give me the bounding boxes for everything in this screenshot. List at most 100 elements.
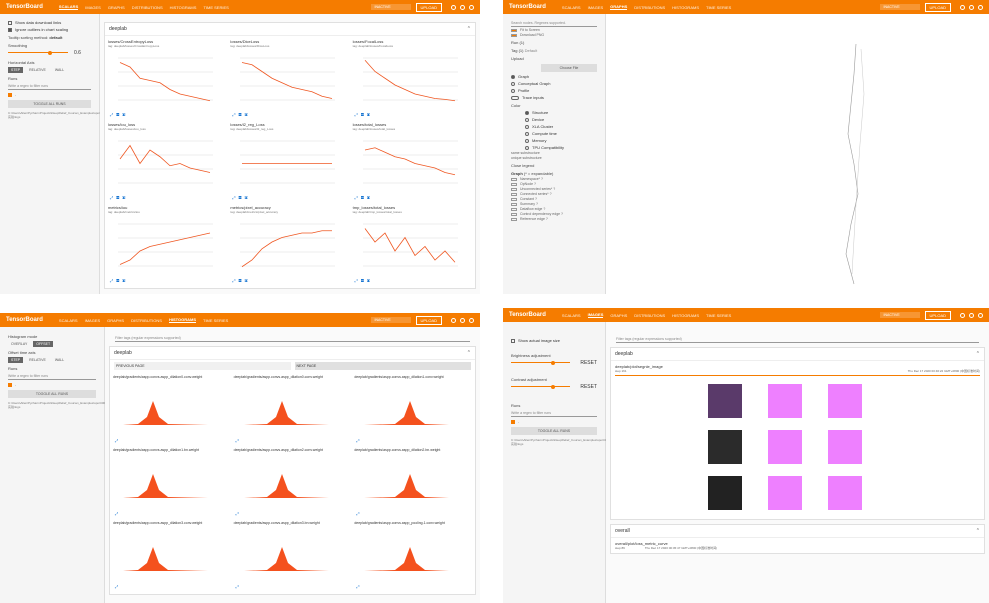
expand-icon[interactable]: ⤢ xyxy=(356,584,362,589)
choose-file-button[interactable]: Choose File xyxy=(541,64,597,72)
tab-distributions[interactable]: DISTRIBUTIONS xyxy=(131,318,162,323)
run-select[interactable]: Run (1) xyxy=(511,40,597,45)
mode-offset-button[interactable]: OFFSET xyxy=(33,341,54,347)
histogram-chart[interactable] xyxy=(354,460,454,505)
upload-button[interactable]: UPLOAD xyxy=(924,2,951,12)
help-icon[interactable] xyxy=(978,4,983,10)
refresh-icon[interactable] xyxy=(960,4,965,10)
close-legend-button[interactable]: Close legend xyxy=(511,163,597,168)
tab-histograms[interactable]: HISTOGRAMS xyxy=(672,5,699,10)
tab-scalars[interactable]: SCALARS xyxy=(562,313,581,318)
chart-tools-icon[interactable]: ⤢▦▣ xyxy=(355,112,373,117)
expand-icon[interactable]: ⤢ xyxy=(115,584,121,589)
color-option[interactable]: Memory xyxy=(525,138,597,143)
expand-icon[interactable]: ⤢ xyxy=(115,511,121,516)
chart-tools-icon[interactable]: ⤢▦▣ xyxy=(110,112,128,117)
offset-step-button[interactable]: STEP xyxy=(8,357,24,363)
segmentation-image[interactable] xyxy=(707,430,742,464)
runs-filter-input[interactable]: Write a regex to filter runs xyxy=(8,373,96,380)
show-actual-size-checkbox[interactable]: Show actual image size xyxy=(511,338,597,343)
help-icon[interactable] xyxy=(469,317,474,323)
gear-icon[interactable] xyxy=(460,317,465,323)
gear-icon[interactable] xyxy=(969,312,974,318)
mode-overlay-button[interactable]: OVERLAY xyxy=(8,341,30,347)
tab-distributions[interactable]: DISTRIBUTIONS xyxy=(132,5,163,10)
smoothing-value[interactable]: 0.6 xyxy=(74,50,81,56)
color-option[interactable]: Device xyxy=(525,117,597,122)
status-select[interactable]: INACTIVE xyxy=(879,4,920,10)
histogram-chart[interactable] xyxy=(354,387,454,432)
previous-page-button[interactable]: PREVIOUS PAGE xyxy=(114,362,291,370)
offset-relative-button[interactable]: RELATIVE xyxy=(26,357,49,363)
search-nodes-input[interactable]: Search nodes. Regexes supported. xyxy=(511,20,597,27)
segmentation-image[interactable] xyxy=(827,430,862,464)
upload-button[interactable]: UPLOAD xyxy=(924,310,951,320)
graph-canvas[interactable] xyxy=(606,14,989,294)
histogram-chart[interactable] xyxy=(113,460,213,505)
tab-images[interactable]: IMAGES xyxy=(587,312,604,318)
segmentation-image[interactable] xyxy=(767,430,802,464)
tab-graphs[interactable]: GRAPHS xyxy=(610,313,627,318)
segmentation-image[interactable] xyxy=(827,476,862,510)
tab-graphs[interactable]: GRAPHS xyxy=(107,318,124,323)
step-slider[interactable] xyxy=(615,375,980,376)
histogram-chart[interactable] xyxy=(113,533,213,578)
help-icon[interactable] xyxy=(978,312,983,318)
overall-title[interactable]: overall xyxy=(615,528,630,534)
download-png-button[interactable]: Download PNG xyxy=(511,33,597,37)
refresh-icon[interactable] xyxy=(451,317,456,323)
tab-time-series[interactable]: TIME SERIES xyxy=(203,318,228,323)
run-checkbox[interactable]: . xyxy=(511,419,597,424)
tab-images[interactable]: IMAGES xyxy=(588,5,604,10)
status-select[interactable]: INACTIVE xyxy=(370,317,411,323)
gear-icon[interactable] xyxy=(460,4,465,10)
collapse-icon[interactable]: ⌃ xyxy=(467,26,471,32)
upload-button[interactable]: UPLOAD xyxy=(415,315,442,325)
offset-wall-button[interactable]: WALL xyxy=(52,357,67,363)
expand-icon[interactable]: ⤢ xyxy=(236,438,242,443)
group-title[interactable]: deeplab xyxy=(114,350,132,356)
contrast-slider[interactable] xyxy=(511,384,571,389)
trace-inputs-toggle[interactable]: Trace inputs xyxy=(511,95,597,100)
chart-tools-icon[interactable]: ⤢▦▣ xyxy=(110,278,128,283)
expand-icon[interactable]: ⤢ xyxy=(236,584,242,589)
scalar-chart[interactable] xyxy=(108,136,218,191)
smoothing-slider[interactable] xyxy=(8,50,68,55)
contrast-reset[interactable]: RESET xyxy=(580,384,597,390)
tag-select[interactable]: Tag (1) Default xyxy=(511,48,597,53)
tab-histograms[interactable]: HISTOGRAMS xyxy=(672,313,699,318)
scalar-chart[interactable] xyxy=(108,219,218,274)
expand-icon[interactable]: ⤢ xyxy=(356,511,362,516)
runs-filter-input[interactable]: Write a regex to filter runs xyxy=(8,83,91,90)
haxis-step-button[interactable]: STEP xyxy=(8,67,24,73)
brightness-reset[interactable]: RESET xyxy=(580,360,597,366)
chart-tools-icon[interactable]: ⤢▦▣ xyxy=(232,278,250,283)
scalar-chart[interactable] xyxy=(353,53,463,108)
tab-scalars[interactable]: SCALARS xyxy=(562,5,581,10)
segmentation-image[interactable] xyxy=(767,384,802,418)
tab-graphs[interactable]: GRAPHS xyxy=(610,4,628,10)
segmentation-image[interactable] xyxy=(767,476,802,510)
color-option[interactable]: XLA Cluster xyxy=(525,124,597,129)
collapse-icon[interactable]: ⌃ xyxy=(467,350,471,356)
histogram-chart[interactable] xyxy=(354,533,454,578)
histogram-chart[interactable] xyxy=(234,533,334,578)
color-option[interactable]: Compute time xyxy=(525,131,597,136)
chart-tools-icon[interactable]: ⤢▦▣ xyxy=(232,195,250,200)
tab-time-series[interactable]: TIME SERIES xyxy=(203,5,228,10)
tab-distributions[interactable]: DISTRIBUTIONS xyxy=(634,5,665,10)
toggle-all-runs-button[interactable]: TOGGLE ALL RUNS xyxy=(8,390,96,398)
expand-icon[interactable]: ⤢ xyxy=(236,511,242,516)
ignore-outliers-checkbox[interactable]: Ignore outliers in chart scaling xyxy=(8,27,91,32)
toggle-all-runs-button[interactable]: TOGGLE ALL RUNS xyxy=(8,100,91,108)
show-download-checkbox[interactable]: Show data download links xyxy=(8,20,91,25)
scalar-chart[interactable] xyxy=(353,136,463,191)
chart-tools-icon[interactable]: ⤢▦▣ xyxy=(232,112,250,117)
status-select[interactable]: INACTIVE xyxy=(370,4,411,10)
group-title[interactable]: deeplab xyxy=(615,351,633,357)
status-select[interactable]: INACTIVE xyxy=(879,312,920,318)
histogram-chart[interactable] xyxy=(234,387,334,432)
scalar-chart[interactable] xyxy=(230,136,340,191)
histogram-chart[interactable] xyxy=(234,460,334,505)
upload-button[interactable]: UPLOAD xyxy=(415,2,442,12)
